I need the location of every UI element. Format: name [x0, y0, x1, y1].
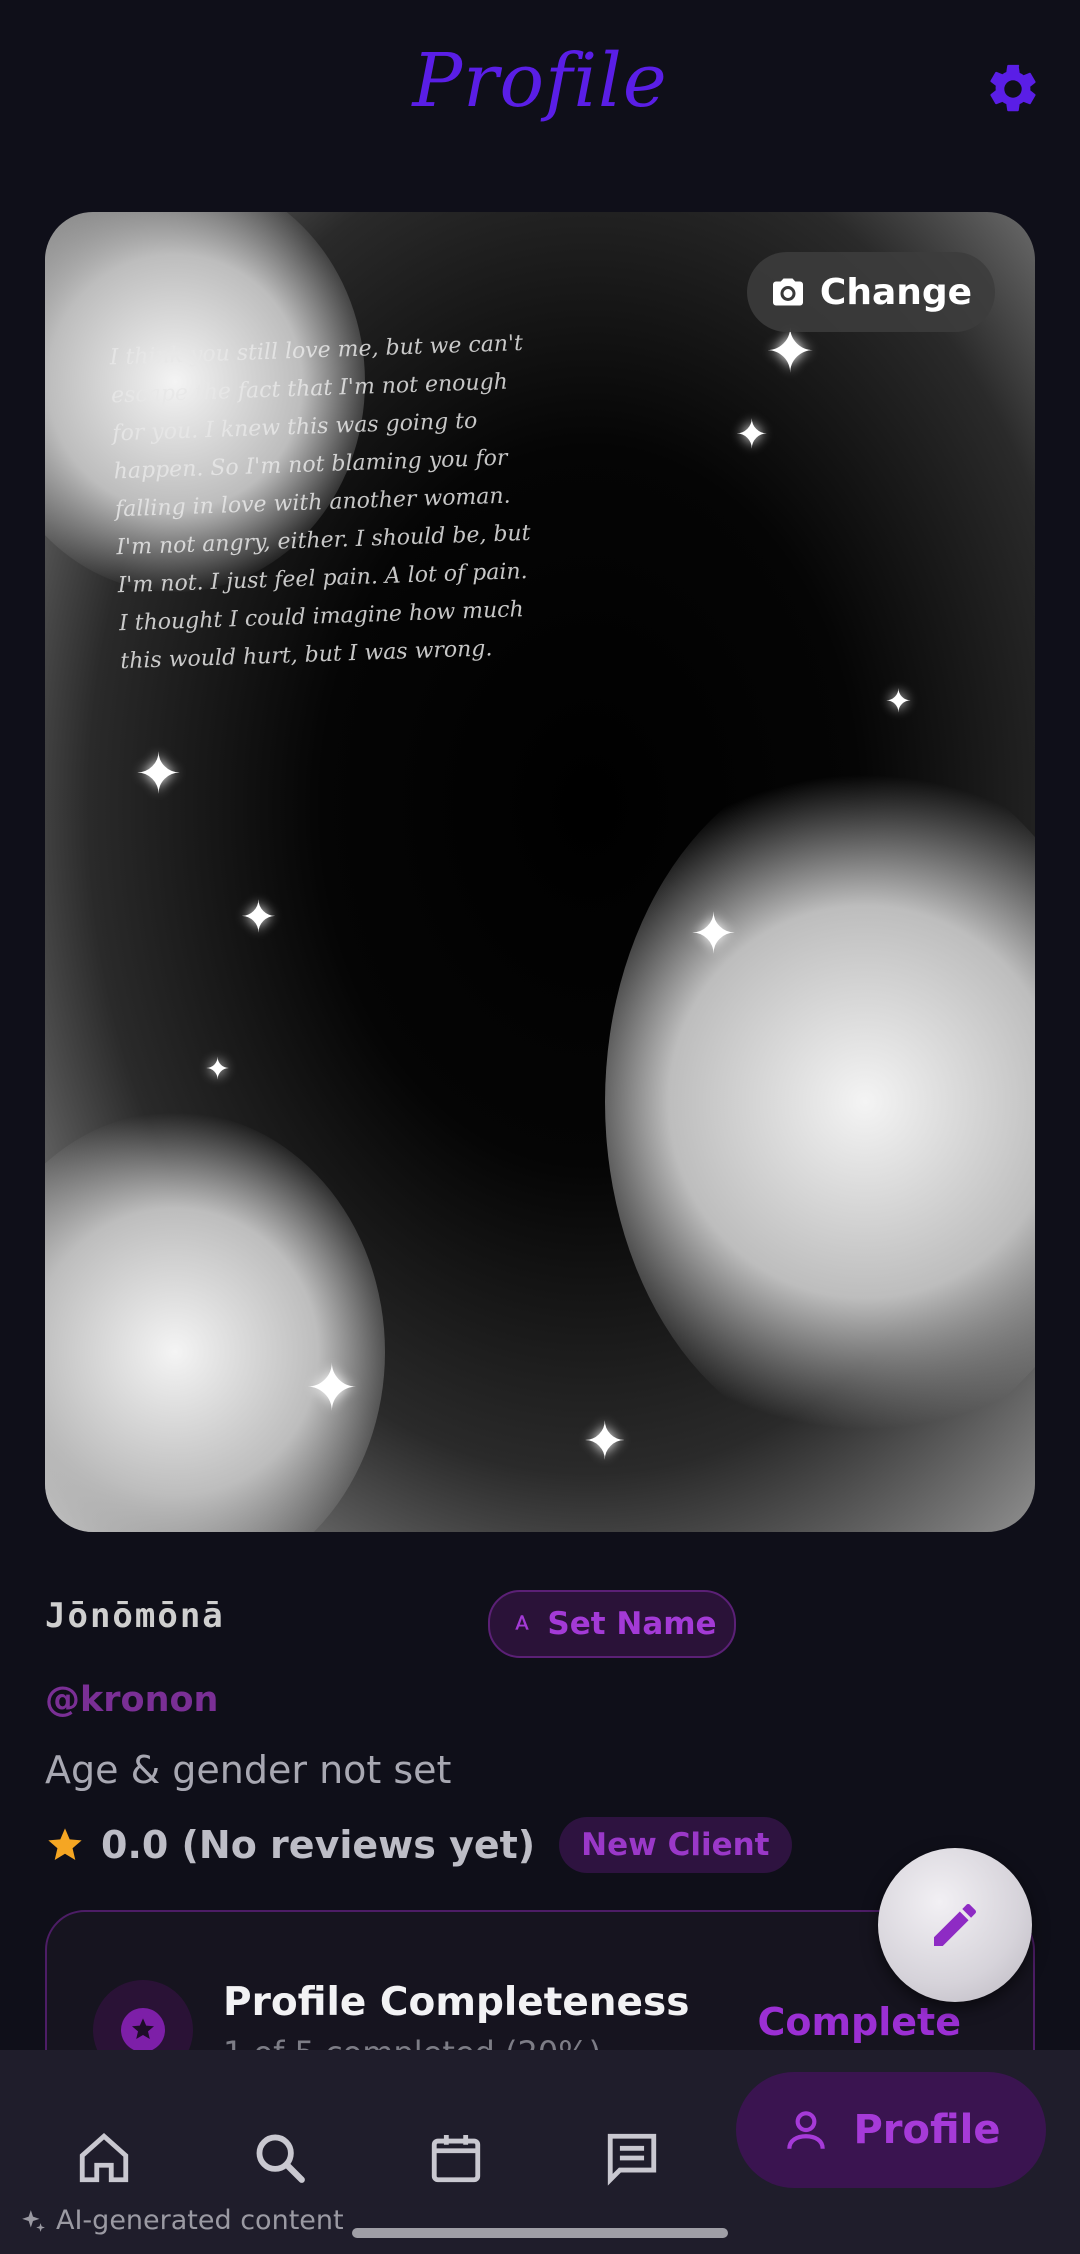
change-photo-button[interactable]: Change — [747, 252, 995, 332]
set-name-label: Set Name — [547, 1606, 717, 1642]
change-photo-label: Change — [819, 271, 973, 313]
set-name-button[interactable]: Set Name — [488, 1590, 736, 1658]
gear-icon[interactable] — [984, 60, 1042, 118]
sparkle-icon: ✦ — [735, 412, 769, 458]
sparkle-icon: ✦ — [205, 1052, 231, 1087]
calendar-icon — [431, 2135, 481, 2183]
home-indicator[interactable] — [352, 2228, 728, 2238]
app-header: Profile — [0, 0, 1080, 190]
camera-icon — [772, 278, 803, 306]
sparkle-icon: ✦ — [690, 902, 737, 967]
lily-flower-right — [605, 752, 1035, 1452]
sparkle-icon: ✦ — [135, 742, 182, 807]
home-icon — [79, 2133, 129, 2183]
nav-messages[interactable] — [602, 2128, 662, 2188]
sparkle-icon: ✦ — [583, 1412, 627, 1472]
sparkle-icon: ✦ — [305, 1352, 359, 1426]
ai-note-text: AI-generated content — [56, 2205, 344, 2236]
sparkle-icon: ✦ — [240, 892, 277, 943]
completeness-title: Profile Completeness — [223, 1980, 690, 2025]
new-client-badge: New Client — [559, 1817, 792, 1873]
text-format-icon — [515, 1615, 530, 1630]
profile-photo[interactable]: I think you still love me, but we can't … — [45, 212, 1035, 1532]
star-icon — [48, 1828, 82, 1860]
nav-profile[interactable]: Profile — [736, 2072, 1046, 2188]
lily-flower-bottom-left — [45, 1112, 385, 1532]
nav-home[interactable] — [74, 2128, 134, 2188]
page-title: Profile — [412, 38, 668, 124]
edit-pencil-icon — [934, 1903, 977, 1946]
complete-link[interactable]: Complete — [757, 2000, 961, 2044]
person-icon — [787, 2111, 826, 2149]
user-handle: @kronon — [45, 1680, 219, 1720]
nav-search[interactable] — [250, 2128, 310, 2188]
name-row: Jōnōmōnā Set Name — [45, 1590, 1035, 1660]
rating-text: 0.0 (No reviews yet) — [101, 1823, 536, 1867]
sparkle-icon: ✦ — [885, 682, 912, 720]
chat-icon — [607, 2133, 657, 2186]
rating-row: 0.0 (No reviews yet) New Client — [45, 1815, 792, 1875]
handwritten-text-overlay: I think you still love me, but we can't … — [109, 331, 531, 675]
nav-profile-label: Profile — [853, 2107, 1001, 2153]
edit-profile-fab[interactable] — [878, 1848, 1032, 2002]
nav-calendar[interactable] — [426, 2128, 486, 2188]
age-gender-text: Age & gender not set — [45, 1748, 452, 1792]
ai-generated-note: AI-generated content — [20, 2205, 344, 2236]
search-icon — [256, 2134, 305, 2183]
sparkle-icon — [22, 2209, 45, 2232]
display-name-art: Jōnōmōnā — [45, 1596, 225, 1636]
